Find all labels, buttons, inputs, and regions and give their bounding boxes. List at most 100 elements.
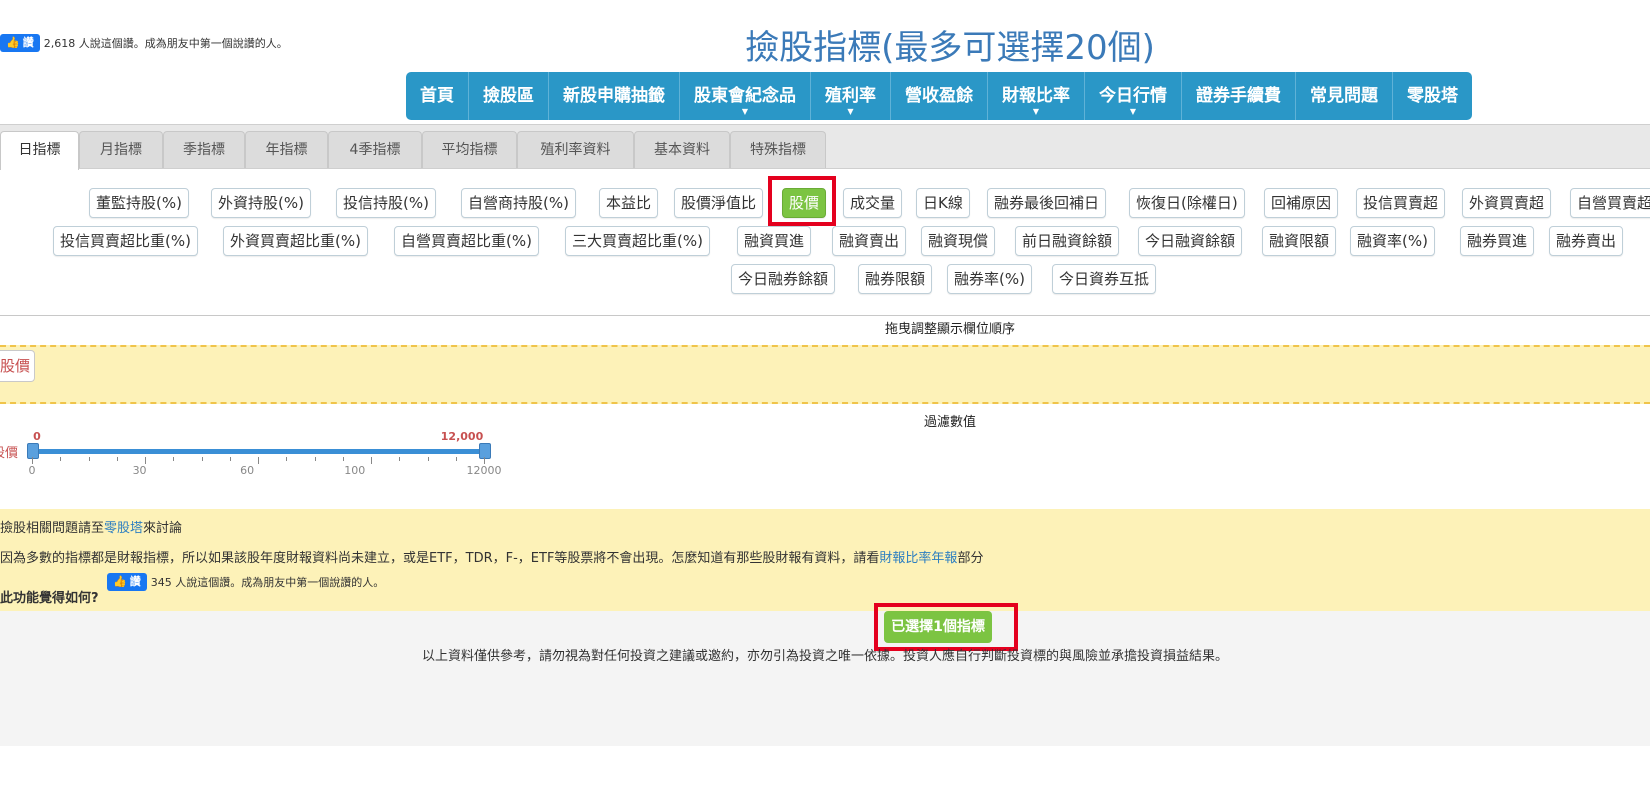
tab-5[interactable]: 平均指標: [422, 131, 517, 168]
info-line-note: 因為多數的指標都是財報指標，所以如果該股年度財報資料尚未建立，或是ETF，TDR…: [0, 551, 984, 566]
nav-item-7[interactable]: 今日行情 ▼: [1085, 72, 1182, 120]
indicator-chip[interactable]: 今日融資餘額: [1138, 226, 1243, 256]
indicator-chip[interactable]: 自營商持股(%): [461, 188, 576, 218]
indicator-chip[interactable]: 外資買賣超: [1462, 188, 1552, 218]
feature-like-count: 345 人說這個讚。成為朋友中第一個說讚的人。: [150, 576, 385, 589]
slider-tick-mark: [286, 457, 288, 461]
nav-item-6[interactable]: 財報比率 ▼: [988, 72, 1085, 120]
filter-section-label: 過濾數值: [923, 415, 976, 430]
nav-item-8[interactable]: 證券手續費: [1182, 72, 1296, 120]
selected-indicator-highlight: [768, 176, 836, 226]
indicator-chip[interactable]: 投信買賣超: [1356, 188, 1446, 218]
caret-down-icon: ▼: [1032, 107, 1040, 116]
indicator-chip[interactable]: 自營買賣超比重(%): [394, 226, 539, 256]
indicator-chip[interactable]: 融資率(%): [1350, 226, 1435, 256]
slider-tick-label: 100: [344, 464, 366, 477]
main-nav: 首頁 撿股區 新股申購抽籤 股東會紀念品 ▼ 殖利率 ▼ 營收盈餘 財報比率 ▼ 今日行情 ▼ 證券手續…: [406, 72, 1472, 120]
slider-tick-label: 60: [240, 464, 255, 477]
slider-tick-mark: [484, 457, 485, 464]
like-count-text: 2,618 人說這個讚。成為朋友中第一個說讚的人。: [43, 37, 288, 50]
tab-0[interactable]: 日指標: [0, 131, 79, 170]
nav-item-label: 撿股區: [483, 86, 534, 106]
nav-item-label: 今日行情: [1099, 86, 1167, 106]
indicator-chip[interactable]: 恢復日(除權日): [1129, 188, 1245, 218]
selected-count-button[interactable]: 已選擇1個指標: [884, 611, 992, 643]
feature-like-widget: 👍 讚 345 人說這個讚。成為朋友中第一個說讚的人。: [107, 573, 384, 591]
indicator-chip[interactable]: 回補原因: [1264, 188, 1339, 218]
indicator-chip[interactable]: 融資買進: [737, 226, 812, 256]
slider-tick-mark: [88, 457, 90, 461]
tab-8[interactable]: 特殊指標: [730, 131, 826, 168]
nav-item-10[interactable]: 零股塔: [1393, 72, 1472, 120]
nav-item-1[interactable]: 撿股區: [469, 72, 549, 120]
slider-tick-mark: [201, 457, 203, 461]
forum-link[interactable]: 零股塔: [104, 521, 143, 536]
annual-report-link[interactable]: 財報比率年報: [879, 551, 957, 566]
nav-item-label: 財報比率: [1002, 86, 1070, 106]
tab-3[interactable]: 年指標: [245, 131, 328, 168]
slider-tick-mark: [173, 457, 175, 461]
indicator-chip[interactable]: 自營買賣超: [1570, 188, 1650, 218]
nav-item-4[interactable]: 殖利率 ▼: [811, 72, 891, 120]
tab-6[interactable]: 殖利率資料: [517, 131, 634, 168]
nav-item-0[interactable]: 首頁: [406, 72, 469, 120]
indicator-chip[interactable]: 前日融資餘額: [1015, 226, 1120, 256]
indicator-chip[interactable]: 董監持股(%): [89, 188, 189, 218]
indicator-tabs: 日指標 月指標 季指標 年指標 4季指標 平均指標 殖利率資料 基本資料 特殊指標: [0, 124, 1650, 170]
nav-item-3[interactable]: 股東會紀念品 ▼: [680, 72, 811, 120]
indicator-chip[interactable]: 本益比: [599, 188, 659, 218]
disclaimer-text: 以上資料僅供參考，請勿視為對任何投資之建議或邀約，亦勿引為投資之唯一依據。投資人…: [421, 649, 1228, 664]
range-slider-min-handle[interactable]: [27, 443, 39, 459]
nav-item-label: 常見問題: [1310, 86, 1378, 106]
info-area: 撿股相關問題請至零股塔來討論 因為多數的指標都是財報指標，所以如果該股年度財報資…: [0, 509, 1650, 611]
slider-tick-label: 0: [28, 464, 36, 477]
indicator-chip[interactable]: 日K線: [916, 188, 970, 218]
indicator-chip[interactable]: 融資賣出: [832, 226, 907, 256]
indicator-chip[interactable]: 成交量: [843, 188, 903, 218]
indicator-chip[interactable]: 三大買賣超比重(%): [565, 226, 710, 256]
nav-item-label: 股東會紀念品: [694, 86, 796, 106]
drag-section-label: 拖曳調整顯示欄位順序: [884, 322, 1015, 337]
indicator-chip[interactable]: 投信持股(%): [336, 188, 436, 218]
tab-1[interactable]: 月指標: [79, 131, 163, 168]
drag-order-area: [0, 345, 1650, 404]
section-divider: [0, 315, 1650, 316]
feature-like-button[interactable]: 👍 讚: [107, 573, 147, 591]
slider-tick-mark: [455, 457, 457, 461]
slider-tick-mark: [116, 457, 118, 461]
slider-tick-mark: [399, 457, 401, 461]
nav-item-label: 殖利率: [825, 86, 876, 106]
drag-item-stock-price[interactable]: 股價: [0, 350, 36, 382]
slider-tick-mark: [145, 457, 146, 464]
caret-down-icon: ▼: [741, 107, 749, 116]
slider-tick-mark: [314, 457, 316, 461]
nav-item-2[interactable]: 新股申購抽籤: [549, 72, 680, 120]
indicator-chip[interactable]: 融券買進: [1460, 226, 1535, 256]
indicator-chip[interactable]: 投信買賣超比重(%): [53, 226, 198, 256]
page-title: 撿股指標(最多可選擇20個): [745, 28, 1155, 68]
indicator-chip[interactable]: 今日資券互抵: [1052, 264, 1157, 294]
facebook-like-button[interactable]: 👍 讚: [0, 34, 40, 52]
indicator-chip[interactable]: 融資限額: [1262, 226, 1337, 256]
indicator-chip[interactable]: 外資持股(%): [211, 188, 311, 218]
indicator-chip[interactable]: 股價淨值比: [674, 188, 764, 218]
tab-4[interactable]: 4季指標: [328, 131, 422, 168]
tab-7[interactable]: 基本資料: [634, 131, 730, 168]
range-slider-max-handle[interactable]: [479, 443, 491, 459]
nav-item-5[interactable]: 營收盈餘: [891, 72, 988, 120]
indicator-chip[interactable]: 今日融券餘額: [731, 264, 836, 294]
indicator-chip[interactable]: 融券賣出: [1549, 226, 1624, 256]
slider-tick-mark: [229, 457, 231, 461]
indicator-chip[interactable]: 外資買賣超比重(%): [223, 226, 368, 256]
slider-tick-mark: [258, 457, 259, 464]
indicator-chip[interactable]: 融資現償: [921, 226, 996, 256]
indicator-chip[interactable]: 融券最後回補日: [987, 188, 1107, 218]
slider-tick-mark: [427, 457, 429, 461]
indicator-chip[interactable]: 融券率(%): [947, 264, 1032, 294]
slider-tick-mark: [32, 457, 33, 464]
range-slider-track[interactable]: [32, 449, 484, 454]
indicator-chip[interactable]: 融券限額: [858, 264, 933, 294]
tab-2[interactable]: 季指標: [163, 131, 245, 168]
slider-tick-mark: [342, 457, 344, 461]
nav-item-9[interactable]: 常見問題: [1296, 72, 1393, 120]
